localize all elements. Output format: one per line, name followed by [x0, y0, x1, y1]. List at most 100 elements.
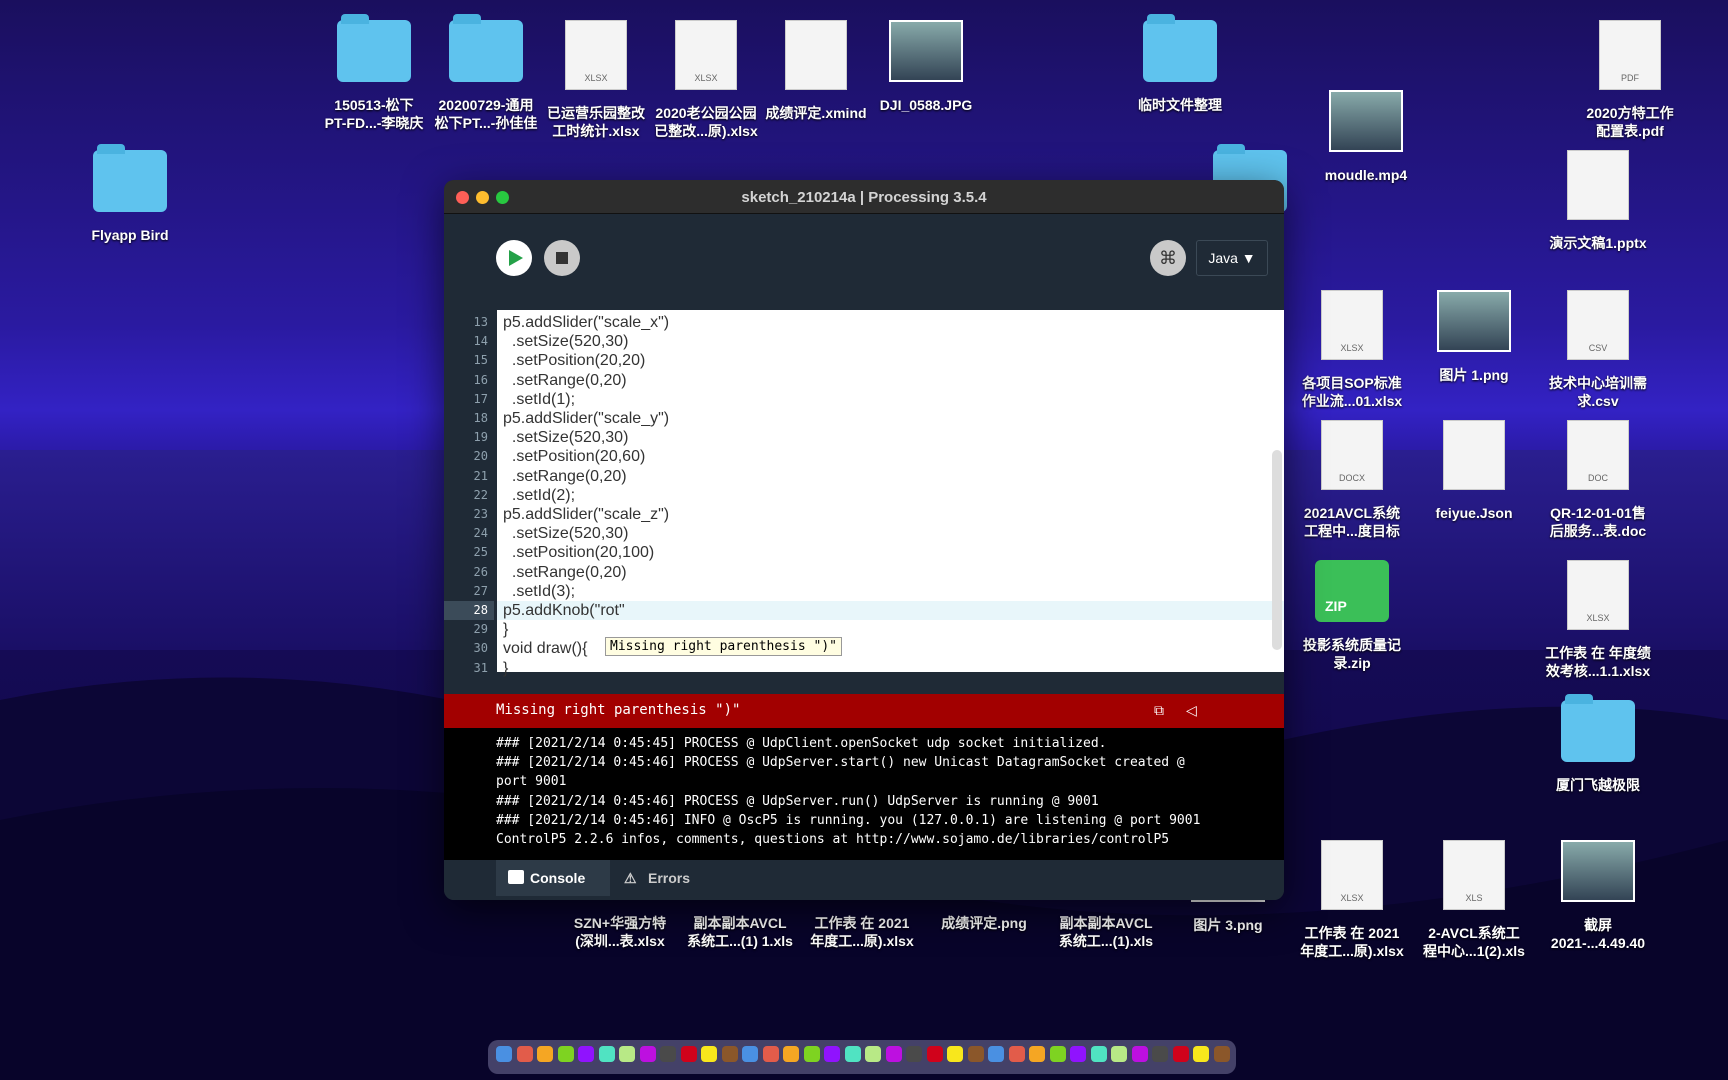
mode-select[interactable]: Java ▼ [1196, 240, 1268, 276]
stop-button[interactable] [544, 240, 580, 276]
desktop-icon-label: 投影系统质量记 录.zip [1303, 637, 1401, 671]
desktop-icon[interactable]: DOC QR-12-01-01售 后服务...表.doc [1534, 420, 1662, 540]
dock-app-icon[interactable] [619, 1046, 635, 1062]
dock-app-icon[interactable] [578, 1046, 594, 1062]
dock-app-icon[interactable] [721, 1046, 738, 1062]
code-line[interactable]: p5.addSlider("scale_y") [503, 409, 669, 428]
run-button[interactable] [496, 240, 532, 276]
dock-app-icon[interactable] [1172, 1046, 1189, 1062]
desktop-icon[interactable]: Flyapp Bird [66, 144, 194, 244]
desktop-icon[interactable]: XLSX 2020老公园公园 已整改...原).xlsx [642, 20, 770, 140]
dock-app-icon[interactable] [557, 1046, 574, 1062]
dock-app-icon[interactable] [701, 1046, 717, 1062]
code-line[interactable]: .setId(1); [503, 390, 575, 409]
desktop-icon[interactable]: 厦门飞越极限 [1534, 694, 1662, 794]
code-line[interactable]: .setId(2); [503, 486, 575, 505]
dock-app-icon[interactable] [1029, 1046, 1045, 1062]
desktop-icon[interactable]: PDF 2020方特工作 配置表.pdf [1566, 20, 1694, 140]
dock-app-icon[interactable] [783, 1046, 799, 1062]
desktop-icon[interactable]: 成绩评定.xmind [752, 20, 880, 122]
editor-scrollbar[interactable] [1272, 450, 1282, 650]
dock-app-icon[interactable] [1193, 1046, 1209, 1062]
tab-console[interactable]: Console [496, 860, 610, 896]
dock-app-icon[interactable] [1213, 1046, 1230, 1062]
dock-app-icon[interactable] [639, 1046, 656, 1062]
code-line[interactable]: } [503, 659, 508, 678]
copy-icon[interactable]: ⧉ [1154, 702, 1164, 719]
desktop-icon[interactable]: XLSX 已运营乐园整改 工时统计.xlsx [532, 20, 660, 140]
dock-app-icon[interactable] [516, 1046, 533, 1062]
tab-errors[interactable]: ⚠ Errors [614, 860, 734, 896]
dock-app-icon[interactable] [660, 1046, 676, 1062]
desktop-icon[interactable]: 150513-松下 PT-FD...-李晓庆 [310, 14, 438, 132]
console-output[interactable]: ### [2021/2/14 0:45:45] PROCESS @ UdpCli… [444, 728, 1284, 860]
desktop-icon[interactable]: 临时文件整理 [1116, 14, 1244, 114]
document-file-icon: XLSX [1321, 840, 1383, 910]
code-line[interactable]: .setPosition(20,20) [503, 351, 645, 370]
desktop-icon[interactable]: DOCX 2021AVCL系统 工程中...度目标 [1288, 420, 1416, 540]
desktop-icon-label: 工作表 在 2021 年度工...原).xlsx [1300, 925, 1404, 959]
dock-app-icon[interactable] [1090, 1046, 1107, 1062]
window-title: sketch_210214a | Processing 3.5.4 [741, 189, 987, 206]
code-line[interactable]: .setPosition(20,60) [503, 447, 645, 466]
document-file-icon [1567, 150, 1629, 220]
dock-app-icon[interactable] [1131, 1046, 1148, 1062]
code-line[interactable]: .setSize(520,30) [503, 524, 629, 543]
dock-app-icon[interactable] [1008, 1046, 1025, 1062]
desktop-icon[interactable]: XLSX 工作表 在 年度绩 效考核...1.1.xlsx [1534, 560, 1662, 680]
code-editor[interactable]: 13 p5.addSlider("scale_x") 14 .setSize(520… [444, 310, 1284, 677]
dock-app-icon[interactable] [988, 1046, 1004, 1062]
desktop-icon[interactable]: DJI_0588.JPG [862, 20, 990, 114]
desktop-icon-label: 2-AVCL系统工 程中心...1(2).xls [1423, 925, 1525, 959]
dock-app-icon[interactable] [1111, 1046, 1127, 1062]
title-bar[interactable]: sketch_210214a | Processing 3.5.4 [444, 180, 1284, 214]
collapse-icon[interactable]: ◁ [1186, 702, 1197, 719]
dock-app-icon[interactable] [598, 1046, 615, 1062]
dock-app-icon[interactable] [680, 1046, 697, 1062]
dock-app-icon[interactable] [762, 1046, 779, 1062]
dock-app-icon[interactable] [496, 1046, 512, 1062]
desktop-icon[interactable]: 截屏 2021-...4.49.40 [1534, 840, 1662, 952]
processing-window[interactable]: sketch_210214a | Processing 3.5.4 ⌘ Java… [444, 180, 1284, 900]
desktop-icon[interactable]: XLSX 工作表 在 2021 年度工...原).xlsx [1288, 840, 1416, 960]
code-line[interactable]: .setSize(520,30) [503, 428, 629, 447]
desktop-icon[interactable]: moudle.mp4 [1302, 90, 1430, 184]
dock-app-icon[interactable] [926, 1046, 943, 1062]
dock-app-icon[interactable] [824, 1046, 840, 1062]
desktop-icon[interactable]: feiyue.Json [1410, 420, 1538, 522]
dock-app-icon[interactable] [947, 1046, 963, 1062]
document-file-icon: DOCX [1321, 420, 1383, 490]
code-line[interactable]: .setRange(0,20) [503, 563, 627, 582]
dock-app-icon[interactable] [803, 1046, 820, 1062]
dock-app-icon[interactable] [865, 1046, 881, 1062]
desktop-icon[interactable]: CSV 技术中心培训需 求.csv [1534, 290, 1662, 410]
dock-app-icon[interactable] [844, 1046, 861, 1062]
dock-app-icon[interactable] [1049, 1046, 1066, 1062]
desktop-icon[interactable]: ZIP 投影系统质量记 录.zip [1288, 560, 1416, 672]
code-line[interactable]: .setRange(0,20) [503, 371, 627, 390]
dock-app-icon[interactable] [885, 1046, 902, 1062]
dock-app-icon[interactable] [906, 1046, 922, 1062]
dock-app-icon[interactable] [1070, 1046, 1086, 1062]
code-line[interactable]: } [503, 620, 508, 639]
code-line[interactable]: .setRange(0,20) [503, 467, 627, 486]
code-line[interactable]: p5.addKnob("rot" [497, 601, 1284, 620]
desktop-icon[interactable]: 图片 1.png [1410, 290, 1538, 384]
desktop-icon[interactable]: 20200729-通用 松下PT...-孙佳佳 [422, 14, 550, 132]
dock-app-icon[interactable] [967, 1046, 984, 1062]
debug-icon[interactable]: ⌘ [1150, 240, 1186, 276]
code-line[interactable]: p5.addSlider("scale_z") [503, 505, 669, 524]
code-line[interactable]: .setId(3); [503, 582, 575, 601]
desktop-icon[interactable]: 演示文稿1.pptx [1534, 150, 1662, 252]
desktop-icon[interactable]: XLSX 各项目SOP标准 作业流...01.xlsx [1288, 290, 1416, 410]
code-line[interactable]: void draw(){ [503, 639, 587, 658]
desktop-icon[interactable]: XLS 2-AVCL系统工 程中心...1(2).xls [1410, 840, 1538, 960]
dock-app-icon[interactable] [742, 1046, 758, 1062]
dock-app-icon[interactable] [537, 1046, 553, 1062]
code-line[interactable]: .setPosition(20,100) [503, 543, 654, 562]
code-line[interactable]: p5.addSlider("scale_x") [503, 313, 669, 332]
code-line[interactable]: .setSize(520,30) [503, 332, 629, 351]
line-number: 16 [473, 372, 488, 387]
dock-app-icon[interactable] [1152, 1046, 1168, 1062]
desktop-icon-label: 已运营乐园整改 工时统计.xlsx [547, 105, 645, 139]
